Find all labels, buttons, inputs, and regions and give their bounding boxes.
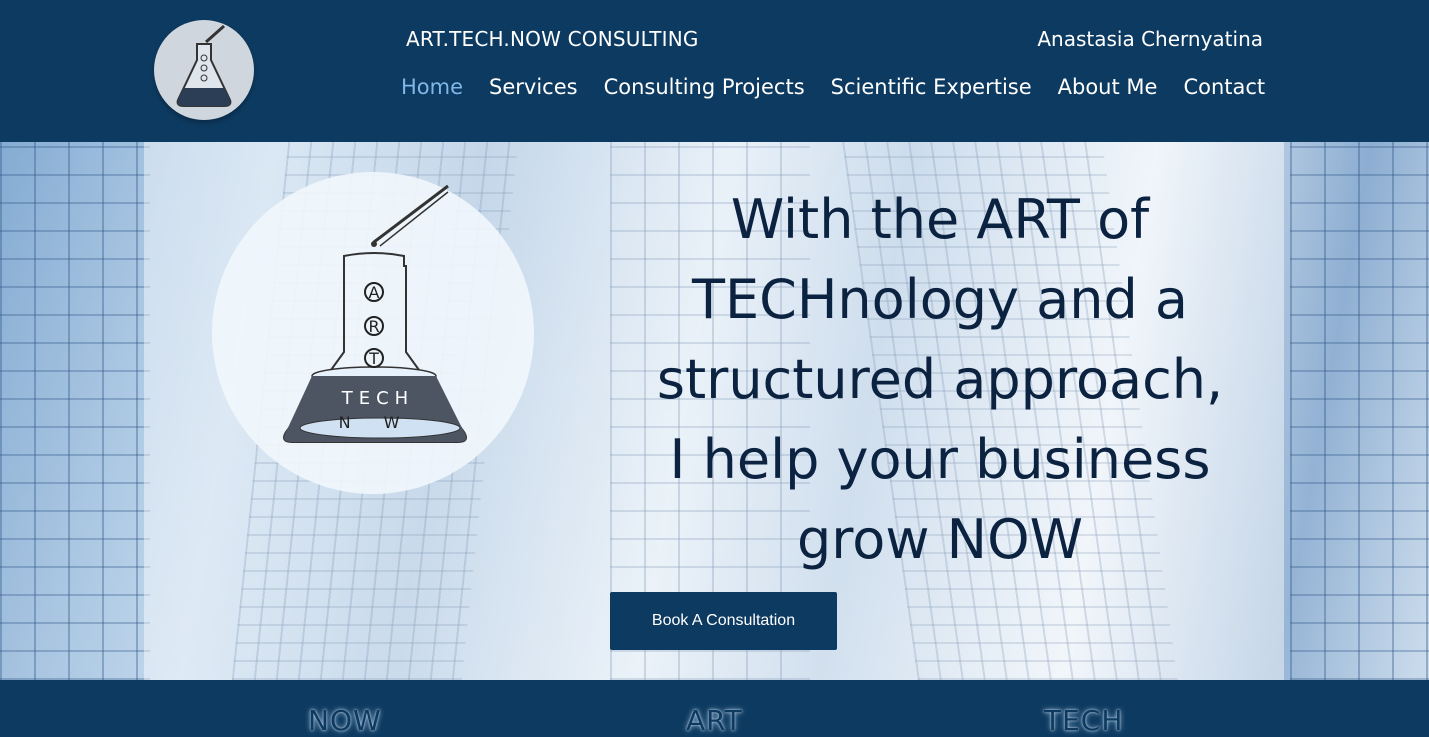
pillar-now: NOW (308, 704, 382, 737)
site-header: ART.TECH.NOW CONSULTING Anastasia Cherny… (0, 0, 1429, 142)
hero-section: A R T TECH N W With the ART of TECHnolog… (0, 142, 1429, 680)
book-consultation-button[interactable]: Book A Consultation (610, 592, 837, 650)
background-building (1290, 142, 1429, 680)
headline-line: I help your business (669, 428, 1211, 491)
nav-item-scientific-expertise[interactable]: Scientific Expertise (818, 72, 1045, 102)
nav-item-contact[interactable]: Contact (1170, 72, 1278, 102)
nav-item-about-me[interactable]: About Me (1045, 72, 1171, 102)
owner-name: Anastasia Chernyatina (1037, 27, 1263, 51)
brand-name[interactable]: ART.TECH.NOW CONSULTING (406, 27, 699, 51)
pillar-tech: TECH (1044, 704, 1124, 737)
flask-logo-icon: A R T TECH N W (283, 184, 467, 443)
logo-tech: TECH (341, 388, 414, 409)
logo-letter-t: T (368, 349, 379, 368)
logo-letter-a: A (369, 283, 380, 302)
pillar-art: ART (686, 704, 743, 737)
logo-letter-r: R (368, 317, 379, 336)
headline-line: grow NOW (797, 508, 1083, 571)
headline-line: TECHnology and a (692, 268, 1188, 331)
pillars-strip: NOW ART TECH (0, 680, 1429, 737)
nav-item-services[interactable]: Services (476, 72, 591, 102)
hero-headline: With the ART of TECHnology and a structu… (620, 180, 1260, 580)
background-building (0, 142, 150, 680)
nav-item-home[interactable]: Home (388, 72, 476, 102)
hero-logo: A R T TECH N W (212, 172, 534, 494)
headline-line: structured approach, (656, 348, 1224, 411)
headline-line: With the ART of (730, 188, 1150, 251)
logo-now: N W (339, 413, 414, 432)
flask-logo-icon (176, 24, 232, 107)
nav-item-consulting-projects[interactable]: Consulting Projects (591, 72, 818, 102)
main-nav: Home Services Consulting Projects Scient… (388, 72, 1278, 102)
site-logo[interactable] (154, 20, 254, 120)
